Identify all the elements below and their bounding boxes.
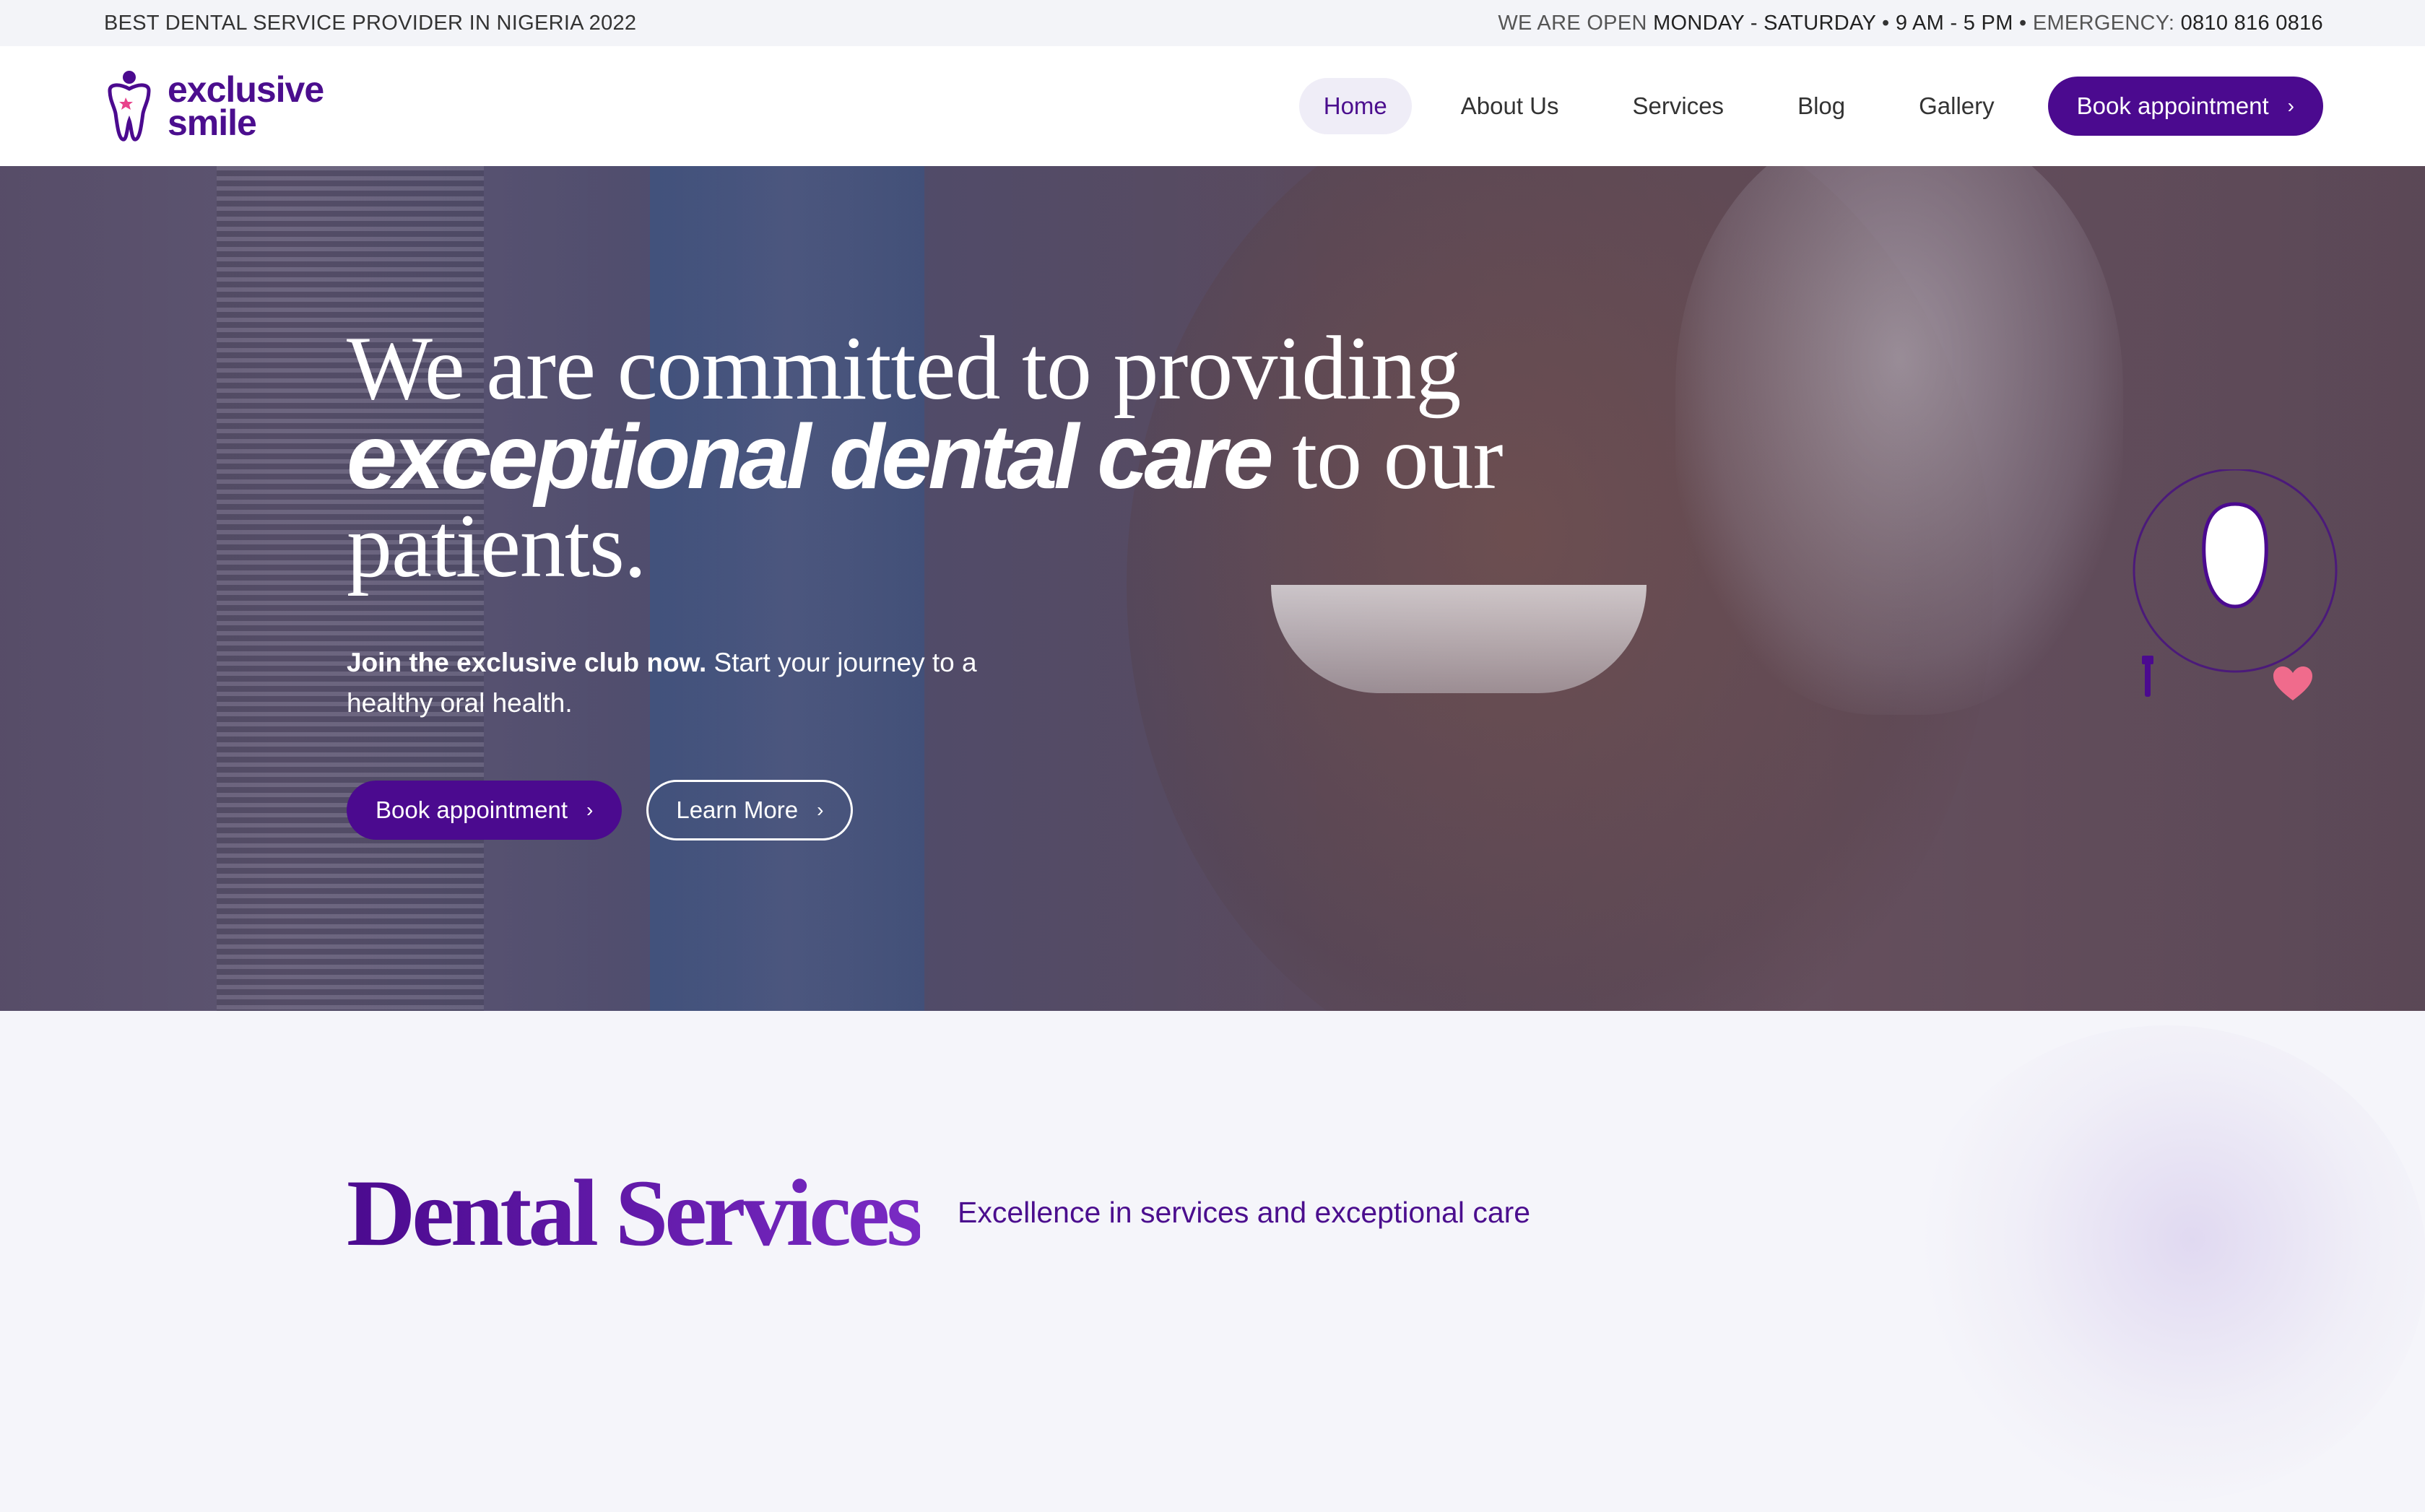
open-hours: 9 AM - 5 PM bbox=[1895, 11, 2013, 35]
separator-dot: • bbox=[1882, 11, 1890, 35]
hero-actions: Book appointment › Learn More › bbox=[347, 780, 1574, 840]
nav-blog[interactable]: Blog bbox=[1773, 78, 1870, 134]
logo-text-line2: smile bbox=[168, 103, 257, 143]
award-tagline: BEST DENTAL SERVICE PROVIDER IN NIGERIA … bbox=[104, 11, 637, 35]
hero-content: We are committed to providing exceptiona… bbox=[347, 323, 1574, 840]
emergency-phone-link[interactable]: 0810 816 0816 bbox=[2181, 12, 2323, 35]
section-subtitle: Excellence in services and exceptional c… bbox=[958, 1196, 1531, 1229]
logo-wordmark: exclusive smile bbox=[168, 69, 324, 143]
tooth-badge-icon bbox=[2133, 469, 2338, 700]
site-header: exclusive smile Home About Us Services B… bbox=[0, 46, 2425, 166]
chevron-right-icon: › bbox=[586, 799, 594, 821]
hero-subtext-bold: Join the exclusive club now. bbox=[347, 648, 707, 677]
hero-section: We are committed to providing exceptiona… bbox=[0, 166, 2425, 1011]
site-logo[interactable]: exclusive smile bbox=[104, 69, 324, 144]
open-days: MONDAY - SATURDAY bbox=[1653, 11, 1876, 35]
section-title: Dental Services bbox=[347, 1160, 924, 1266]
button-label: Book appointment bbox=[376, 796, 568, 823]
nav-home[interactable]: Home bbox=[1298, 78, 1412, 134]
learn-more-button[interactable]: Learn More › bbox=[646, 780, 854, 840]
dental-services-section: Dental Services Excellence in services a… bbox=[0, 1011, 2425, 1512]
nav-about-us[interactable]: About Us bbox=[1436, 78, 1584, 134]
chevron-right-icon: › bbox=[2287, 95, 2294, 117]
separator-dot: • bbox=[2019, 11, 2027, 35]
nav-services[interactable]: Services bbox=[1608, 78, 1749, 134]
heart-icon bbox=[2273, 666, 2312, 700]
hero-background-towel bbox=[1675, 166, 2123, 715]
main-nav: Home About Us Services Blog Gallery Book… bbox=[1275, 77, 2323, 136]
button-label: Learn More bbox=[676, 796, 799, 823]
hero-headline: We are committed to providing exceptiona… bbox=[347, 323, 1574, 592]
header-book-appointment-button[interactable]: Book appointment › bbox=[2047, 77, 2323, 136]
top-info-bar: BEST DENTAL SERVICE PROVIDER IN NIGERIA … bbox=[0, 0, 2425, 46]
chevron-right-icon: › bbox=[817, 799, 824, 821]
opening-hours-info: WE ARE OPEN MONDAY - SATURDAY • 9 AM - 5… bbox=[1498, 12, 2323, 35]
tooth-person-icon bbox=[108, 71, 151, 142]
logo-text-line1: exclusive bbox=[168, 69, 324, 110]
emergency-label: EMERGENCY: bbox=[2032, 11, 2175, 35]
open-label: WE ARE OPEN bbox=[1498, 11, 1647, 35]
toothbrush-icon bbox=[2142, 656, 2153, 697]
hero-book-appointment-button[interactable]: Book appointment › bbox=[347, 781, 622, 840]
decorative-glow bbox=[1906, 1025, 2425, 1502]
hero-subtext: Join the exclusive club now. Start your … bbox=[347, 643, 997, 724]
button-label: Book appointment bbox=[2076, 92, 2269, 119]
nav-gallery[interactable]: Gallery bbox=[1894, 78, 2019, 134]
hero-headline-line1: We are committed to providing bbox=[347, 318, 1461, 419]
hero-headline-line3: patients. bbox=[347, 496, 646, 596]
hero-headline-emphasis: exceptional dental care bbox=[347, 406, 1274, 508]
hero-headline-rest: to our bbox=[1270, 408, 1503, 508]
